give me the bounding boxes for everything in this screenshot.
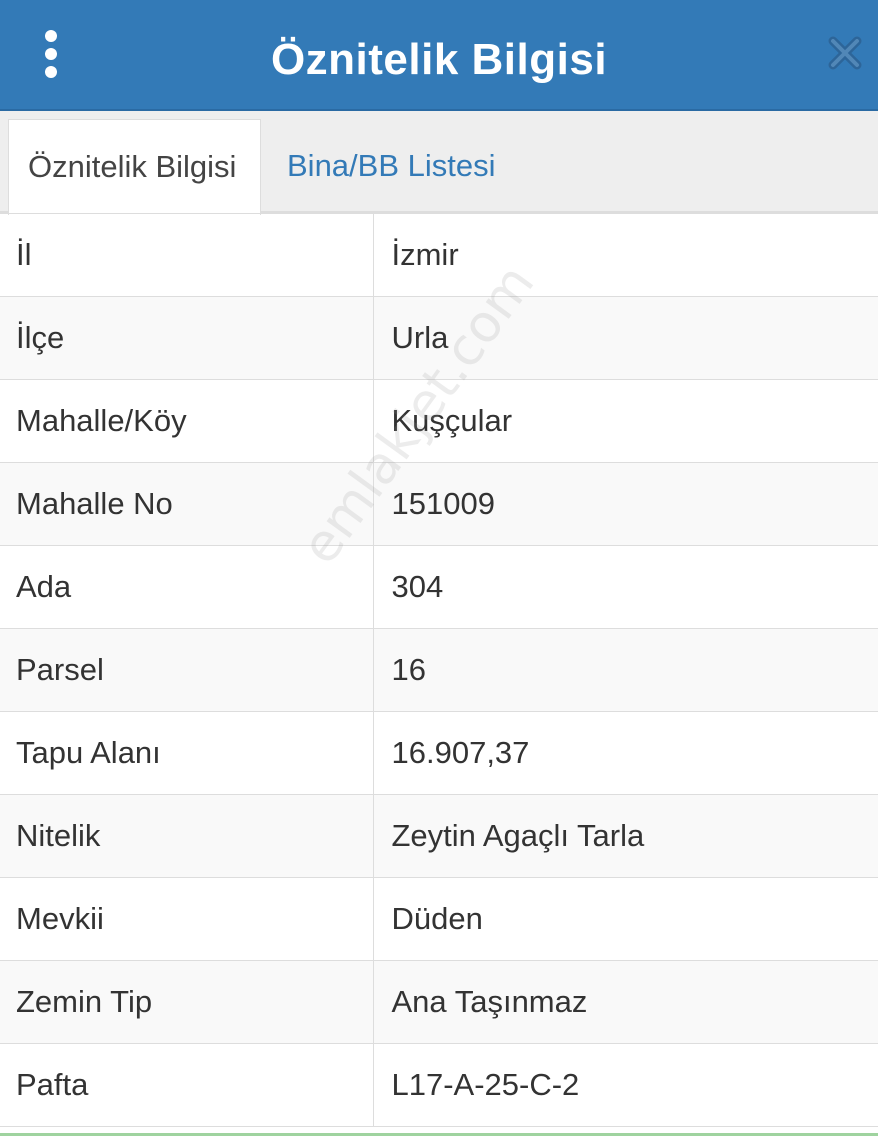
attribute-label: Mevkii — [0, 877, 374, 961]
attribute-label: Nitelik — [0, 794, 374, 878]
attribute-info-panel: Öznitelik Bilgisi Öznitelik Bilgisi Bina… — [0, 0, 878, 1136]
attribute-value: 16 — [372, 628, 878, 712]
attribute-table: İl İzmir İlçe Urla Mahalle/Köy Kuşçular Mahall… — [0, 213, 878, 1127]
table-row: Mahalle/Köy Kuşçular — [0, 379, 878, 463]
tab-bar: Öznitelik Bilgisi Bina/BB Listesi — [0, 111, 878, 215]
table-row: Pafta L17-A-25-C-2 — [0, 1043, 878, 1127]
attribute-label: Parsel — [0, 628, 374, 712]
attribute-label: Mahalle No — [0, 462, 374, 546]
attribute-label: Tapu Alanı — [0, 711, 374, 795]
attribute-value: Kuşçular — [372, 379, 878, 463]
attribute-value: İzmir — [372, 213, 878, 297]
attribute-value: 16.907,37 — [372, 711, 878, 795]
attribute-value: Urla — [372, 296, 878, 380]
attribute-value: 151009 — [372, 462, 878, 546]
attribute-label: Pafta — [0, 1043, 374, 1127]
attribute-value: Düden — [372, 877, 878, 961]
attribute-value: Zeytin Agaçlı Tarla — [372, 794, 878, 878]
table-row: Parsel 16 — [0, 628, 878, 712]
table-row: Mahalle No 151009 — [0, 462, 878, 546]
attribute-label: Mahalle/Köy — [0, 379, 374, 463]
attribute-label: Ada — [0, 545, 374, 629]
table-row: İl İzmir — [0, 213, 878, 297]
attribute-label: İl — [0, 213, 374, 297]
close-button[interactable] — [826, 34, 864, 72]
tab-attribute-info[interactable]: Öznitelik Bilgisi — [8, 119, 261, 215]
table-row: İlçe Urla — [0, 296, 878, 380]
table-row: Ada 304 — [0, 545, 878, 629]
attribute-label: İlçe — [0, 296, 374, 380]
table-row: Mevkii Düden — [0, 877, 878, 961]
attribute-value: 304 — [372, 545, 878, 629]
panel-title: Öznitelik Bilgisi — [270, 35, 608, 84]
attribute-label: Zemin Tip — [0, 960, 374, 1044]
attribute-value: Ana Taşınmaz — [372, 960, 878, 1044]
table-row: Zemin Tip Ana Taşınmaz — [0, 960, 878, 1044]
table-row: Nitelik Zeytin Agaçlı Tarla — [0, 794, 878, 878]
attribute-value: L17-A-25-C-2 — [372, 1043, 878, 1127]
tab-building-list[interactable]: Bina/BB Listesi — [268, 119, 515, 213]
close-icon — [828, 36, 862, 70]
table-row: Tapu Alanı 16.907,37 — [0, 711, 878, 795]
panel-header: Öznitelik Bilgisi — [0, 0, 878, 111]
